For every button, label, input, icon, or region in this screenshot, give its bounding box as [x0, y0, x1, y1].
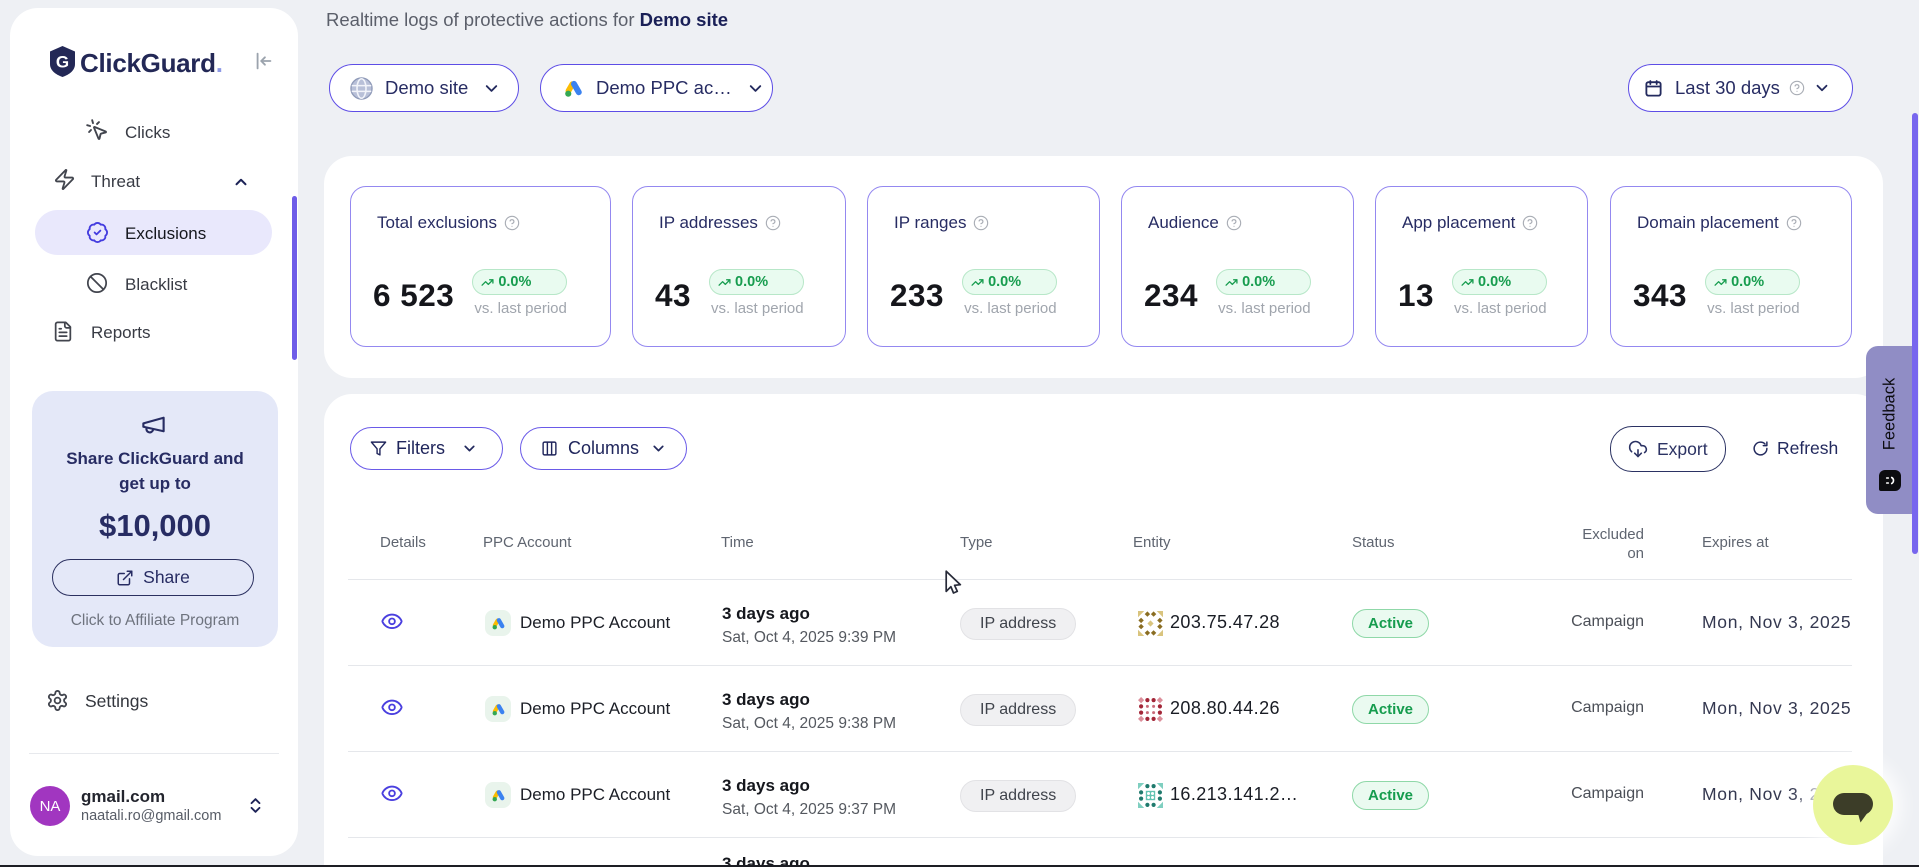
svg-text:G: G: [56, 53, 69, 72]
